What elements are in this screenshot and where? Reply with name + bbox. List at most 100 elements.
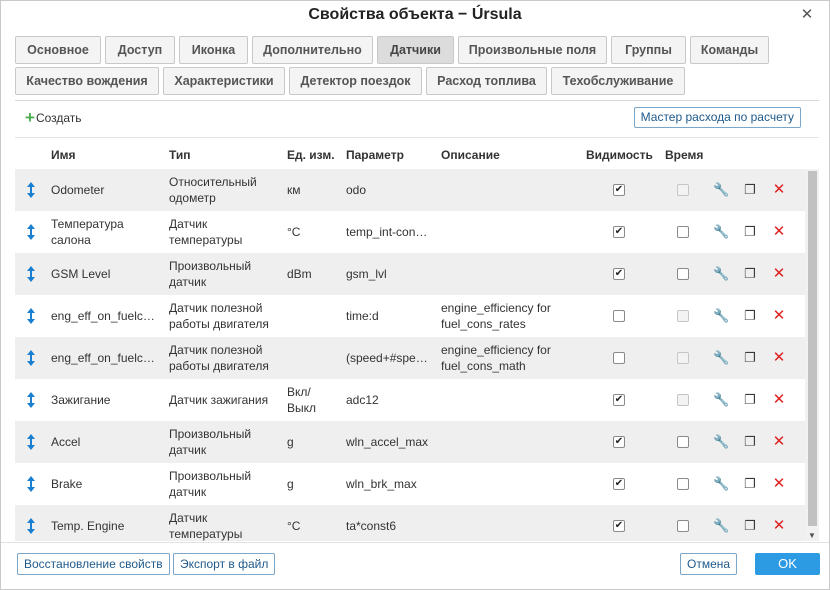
drag-sort-icon[interactable] (26, 223, 36, 241)
tab-groups[interactable]: Группы (611, 36, 686, 64)
sensor-description (441, 211, 581, 253)
wrench-icon[interactable]: 🔧 (713, 392, 729, 408)
consumption-wizard-button[interactable]: Мастер расхода по расчету (633, 107, 801, 128)
export-to-file-button[interactable]: Экспорт в файл (173, 553, 276, 575)
copy-icon[interactable]: ❐ (742, 182, 758, 198)
table-row[interactable]: Accel Произвольный датчик g wln_accel_ma… (15, 421, 805, 463)
wrench-icon[interactable]: 🔧 (713, 350, 729, 366)
table-row[interactable]: Зажигание Датчик зажигания Вкл/ Выкл adc… (15, 379, 805, 421)
delete-icon[interactable]: ✕ (771, 392, 787, 408)
sensor-unit: g (287, 477, 294, 491)
tab-icon[interactable]: Иконка (179, 36, 248, 64)
sensor-name: Зажигание (51, 393, 111, 407)
visibility-checkbox[interactable]: ✔ (613, 268, 625, 280)
tab-advanced[interactable]: Дополнительно (252, 36, 373, 64)
vertical-scrollbar[interactable]: ▼ (805, 169, 819, 541)
time-checkbox[interactable] (677, 268, 689, 280)
visibility-checkbox[interactable] (613, 310, 625, 322)
ok-button[interactable]: OK (755, 553, 820, 575)
column-header-visibility[interactable]: Видимость (586, 148, 653, 162)
tab-sensors[interactable]: Датчики (377, 36, 454, 64)
copy-icon[interactable]: ❐ (742, 224, 758, 240)
tab-driving-quality[interactable]: Качество вождения (15, 67, 159, 95)
copy-icon[interactable]: ❐ (742, 434, 758, 450)
wrench-icon[interactable]: 🔧 (713, 434, 729, 450)
sensor-unit (287, 337, 341, 379)
delete-icon[interactable]: ✕ (771, 182, 787, 198)
drag-sort-icon[interactable] (26, 265, 36, 283)
table-row[interactable]: Brake Произвольный датчик g wln_brk_max … (15, 463, 805, 505)
drag-sort-icon[interactable] (26, 433, 36, 451)
wrench-icon[interactable]: 🔧 (713, 224, 729, 240)
column-header-description[interactable]: Описание (441, 148, 500, 162)
visibility-checkbox[interactable]: ✔ (613, 436, 625, 448)
tab-fuel-consumption[interactable]: Расход топлива (426, 67, 547, 95)
visibility-checkbox[interactable]: ✔ (613, 394, 625, 406)
time-checkbox[interactable] (677, 436, 689, 448)
table-row[interactable]: Odometer Относительный одометр км odo ✔ … (15, 169, 805, 211)
copy-icon[interactable]: ❐ (742, 266, 758, 282)
delete-icon[interactable]: ✕ (771, 308, 787, 324)
column-header-time[interactable]: Время (665, 148, 703, 162)
tab-commands[interactable]: Команды (690, 36, 769, 64)
drag-sort-icon[interactable] (26, 307, 36, 325)
tab-characteristics[interactable]: Характеристики (163, 67, 285, 95)
copy-icon[interactable]: ❐ (742, 308, 758, 324)
scrollbar-thumb[interactable] (808, 171, 817, 526)
wrench-icon[interactable]: 🔧 (713, 308, 729, 324)
drag-sort-icon[interactable] (26, 181, 36, 199)
time-checkbox[interactable] (677, 520, 689, 532)
cancel-button[interactable]: Отмена (680, 553, 738, 575)
column-header-unit[interactable]: Ед. изм. (287, 148, 335, 162)
drag-sort-icon[interactable] (26, 475, 36, 493)
delete-icon[interactable]: ✕ (771, 518, 787, 534)
delete-icon[interactable]: ✕ (771, 476, 787, 492)
wrench-icon[interactable]: 🔧 (713, 266, 729, 282)
wrench-icon[interactable]: 🔧 (713, 476, 729, 492)
close-icon[interactable]: ✕ (799, 7, 815, 23)
visibility-checkbox[interactable]: ✔ (613, 520, 625, 532)
sensor-parameter: odo (346, 183, 367, 197)
wrench-icon[interactable]: 🔧 (713, 182, 729, 198)
column-header-type[interactable]: Тип (169, 148, 191, 162)
copy-icon[interactable]: ❐ (742, 518, 758, 534)
visibility-checkbox[interactable] (613, 352, 625, 364)
time-checkbox[interactable] (677, 478, 689, 490)
scroll-down-arrow-icon[interactable]: ▼ (808, 531, 816, 540)
copy-icon[interactable]: ❐ (742, 392, 758, 408)
create-sensor-button[interactable]: +Создать (25, 109, 82, 127)
visibility-checkbox[interactable]: ✔ (613, 226, 625, 238)
sensor-parameter: adc12 (346, 393, 379, 407)
sensor-unit: g (287, 435, 294, 449)
table-row[interactable]: Temp. Engine Датчик температуры °C ta*co… (15, 505, 805, 541)
tab-maintenance[interactable]: Техобслуживание (551, 67, 685, 95)
copy-icon[interactable]: ❐ (742, 350, 758, 366)
column-header-name[interactable]: Имя (51, 148, 76, 162)
delete-icon[interactable]: ✕ (771, 224, 787, 240)
wrench-icon[interactable]: 🔧 (713, 518, 729, 534)
visibility-checkbox[interactable]: ✔ (613, 478, 625, 490)
delete-icon[interactable]: ✕ (771, 350, 787, 366)
tab-access[interactable]: Доступ (105, 36, 175, 64)
table-row[interactable]: Температура салона Датчик температуры °C… (15, 211, 805, 253)
restore-properties-button[interactable]: Восстановление свойств (17, 553, 170, 575)
drag-sort-icon[interactable] (26, 391, 36, 409)
visibility-checkbox[interactable]: ✔ (613, 184, 625, 196)
tab-trip-detector[interactable]: Детектор поездок (289, 67, 422, 95)
table-row[interactable]: GSM Level Произвольный датчик dBm gsm_lv… (15, 253, 805, 295)
tab-basic[interactable]: Основное (15, 36, 101, 64)
copy-icon[interactable]: ❐ (742, 476, 758, 492)
delete-icon[interactable]: ✕ (771, 434, 787, 450)
column-header-param[interactable]: Параметр (346, 148, 404, 162)
time-checkbox[interactable] (677, 226, 689, 238)
drag-sort-icon[interactable] (26, 517, 36, 535)
delete-icon[interactable]: ✕ (771, 266, 787, 282)
tab-custom-fields[interactable]: Произвольные поля (458, 36, 607, 64)
sensor-name: eng_eff_on_fuelc… (51, 309, 155, 323)
sensor-parameter: gsm_lvl (346, 267, 387, 281)
drag-sort-icon[interactable] (26, 349, 36, 367)
time-checkbox (677, 394, 689, 406)
table-row[interactable]: eng_eff_on_fuelc… Датчик полезной работы… (15, 337, 805, 379)
table-row[interactable]: eng_eff_on_fuelc… Датчик полезной работы… (15, 295, 805, 337)
sensor-type: Датчик температуры (169, 511, 243, 541)
